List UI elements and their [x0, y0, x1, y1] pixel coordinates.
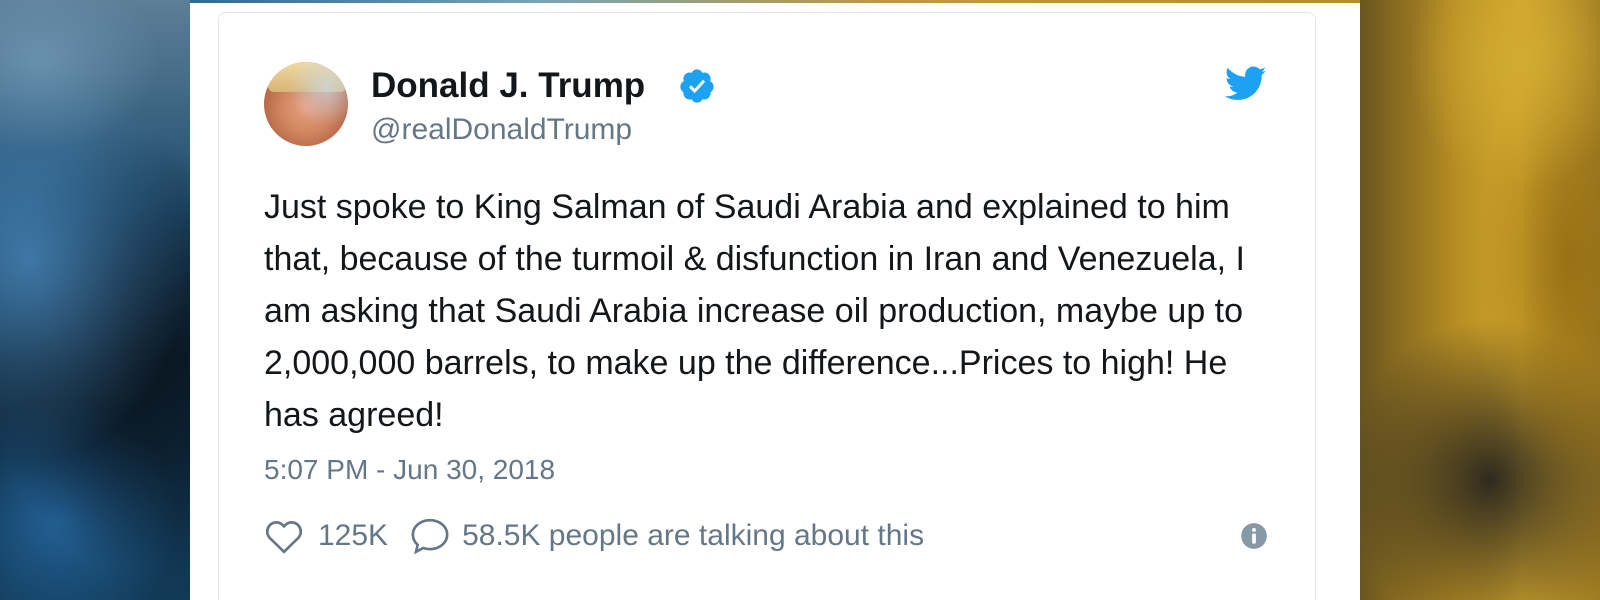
tweet-text: Just spoke to King Salman of Saudi Arabi…: [264, 188, 1245, 434]
verified-badge-icon: [680, 69, 714, 103]
talking-count[interactable]: 58.5K people are talking about this: [462, 519, 924, 553]
tweet-timestamp[interactable]: 5:07 PM - Jun 30, 2018: [264, 452, 555, 488]
info-icon[interactable]: [1240, 522, 1268, 550]
heart-icon[interactable]: [264, 517, 304, 555]
blurred-background-right: [1340, 0, 1600, 600]
user-handle[interactable]: @realDonaldTrump: [371, 112, 632, 148]
blurred-background-left: [0, 0, 200, 600]
screenshot-stage: Donald J. Trump @realDonaldTrump Just sp…: [0, 0, 1600, 600]
avatar[interactable]: [264, 62, 348, 146]
tweet-actions: 125K 58.5K people are talking about this: [264, 514, 924, 558]
like-count[interactable]: 125K: [318, 519, 388, 553]
display-name[interactable]: Donald J. Trump: [371, 66, 645, 106]
twitter-bird-icon[interactable]: [1225, 66, 1267, 102]
speech-bubble-icon[interactable]: [410, 517, 450, 555]
